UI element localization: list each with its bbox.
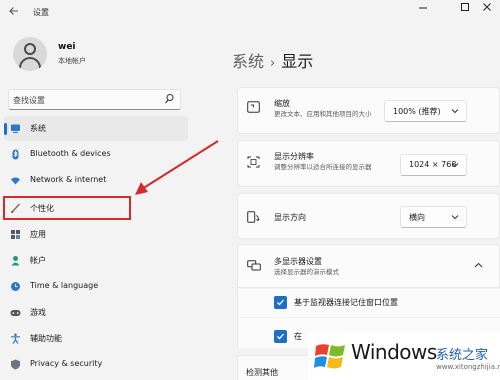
sidebar-item-apps[interactable]: 应用 (4, 222, 188, 247)
avatar-body (19, 57, 41, 71)
multi-display-card[interactable]: 多显示器设置 选择显示器的演示模式 (237, 244, 500, 288)
sidebar-item-gaming[interactable]: 游戏 (4, 300, 188, 325)
back-arrow-icon[interactable] (8, 5, 22, 19)
second-checkbox-label: 在 (294, 332, 302, 341)
multi-monitor-icon (247, 260, 261, 272)
accessibility-icon (10, 333, 21, 344)
chevron-up-icon[interactable] (474, 261, 483, 270)
remember-window-checkbox[interactable] (274, 296, 287, 309)
sidebar-item-time-language[interactable]: Time & language (4, 274, 188, 299)
orientation-icon (247, 211, 260, 223)
close-icon[interactable] (474, 2, 500, 20)
wifi-icon (10, 175, 21, 186)
scale-card: 缩放 更改文本、应用和其他项目的大小 100% (推荐) (237, 87, 500, 134)
search-icon[interactable] (164, 93, 174, 105)
orientation-title: 显示方向 (274, 213, 306, 222)
sidebar-item-label: Privacy & security (30, 359, 103, 368)
avatar[interactable] (13, 37, 47, 71)
search-box[interactable] (8, 89, 181, 110)
scale-dropdown[interactable]: 100% (推荐) (384, 100, 467, 122)
sidebar-item-label: Network & internet (30, 175, 107, 184)
orientation-card: 显示方向 横向 (237, 193, 500, 239)
gamepad-icon (10, 307, 21, 318)
multi-display-subtitle: 选择显示器的演示模式 (274, 268, 339, 276)
shield-icon (10, 359, 21, 370)
second-checkbox[interactable] (274, 330, 287, 343)
person-icon (10, 255, 21, 266)
apps-icon (10, 229, 21, 240)
watermark-url: www.xitongzhijia.net (436, 363, 500, 371)
detect-label: 检测其他 (246, 368, 278, 377)
scale-title: 缩放 (274, 99, 290, 108)
title-bar: 设置 (0, 0, 500, 26)
watermark: Windows 系统之家 www.xitongzhijia.net (308, 333, 500, 380)
globe-clock-icon (10, 281, 21, 292)
windows-logo-icon (314, 340, 346, 372)
sidebar-item-label: Bluetooth & devices (30, 149, 111, 158)
sidebar-item-accounts[interactable]: 帐户 (4, 248, 188, 273)
scale-value: 100% (推荐) (393, 107, 441, 116)
resolution-card: 显示分辨率 调整分辨率以适合所连接的显示器 1024 × 768 (237, 140, 500, 187)
bluetooth-icon (10, 149, 21, 160)
resolution-subtitle: 调整分辨率以适合所连接的显示器 (274, 163, 372, 171)
sidebar-item-privacy-security[interactable]: Privacy & security (4, 352, 188, 377)
multi-display-title: 多显示器设置 (274, 257, 322, 266)
sidebar-item-label: 应用 (30, 230, 46, 239)
page-title: 显示 (281, 52, 314, 71)
window-title: 设置 (33, 8, 49, 17)
orientation-dropdown[interactable]: 横向 (400, 206, 467, 228)
sidebar-item-accessibility[interactable]: 辅助功能 (4, 326, 188, 351)
user-name: wei (58, 42, 76, 52)
avatar-head (24, 43, 36, 55)
highlight-box (3, 196, 131, 220)
sidebar-item-label: 系统 (30, 124, 46, 133)
scale-subtitle: 更改文本、应用和其他项目的大小 (274, 110, 372, 118)
resolution-icon (247, 156, 260, 168)
breadcrumb-separator: › (270, 56, 276, 71)
watermark-site: 系统之家 (436, 348, 489, 363)
resolution-title: 显示分辨率 (274, 152, 314, 161)
sidebar-item-system[interactable]: 系统 (4, 116, 188, 141)
sidebar-item-label: Time & language (30, 281, 99, 290)
watermark-brand: Windows (351, 340, 437, 364)
active-indicator (4, 123, 7, 135)
sidebar-item-network[interactable]: Network & internet (4, 168, 188, 193)
sidebar-item-label: 辅助功能 (30, 334, 62, 343)
remember-window-row: 基于监视器连接记住窗口位置 (237, 289, 500, 317)
sidebar-item-label: 游戏 (30, 308, 46, 317)
sidebar-item-bluetooth[interactable]: Bluetooth & devices (4, 142, 188, 167)
search-input[interactable] (13, 93, 163, 107)
monitor-icon (10, 123, 21, 134)
remember-window-label: 基于监视器连接记住窗口位置 (294, 298, 398, 307)
breadcrumb: 系统 › 显示 (232, 48, 313, 72)
chevron-down-icon (451, 213, 459, 221)
chevron-down-icon (451, 161, 459, 169)
sidebar-item-label: 帐户 (30, 256, 46, 265)
account-type: 本地帐户 (58, 57, 86, 65)
minimize-icon[interactable] (410, 2, 436, 20)
scale-icon (247, 101, 260, 113)
resolution-dropdown[interactable]: 1024 × 768 (400, 154, 467, 176)
settings-window: 设置 wei 本地帐户 系统 (0, 0, 500, 380)
resolution-value: 1024 × 768 (409, 160, 457, 169)
breadcrumb-parent[interactable]: 系统 (232, 52, 264, 71)
orientation-value: 横向 (409, 213, 425, 222)
chevron-down-icon (451, 107, 459, 115)
